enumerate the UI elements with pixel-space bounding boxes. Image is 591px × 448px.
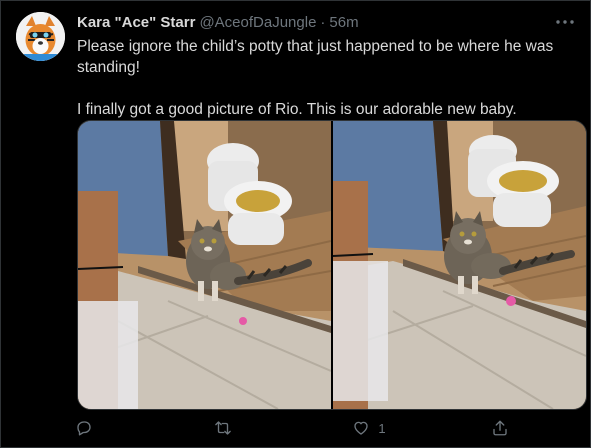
reply-button[interactable] (75, 419, 145, 437)
author-handle[interactable]: @AceofDaJungle (199, 14, 316, 31)
retweet-icon (214, 419, 232, 437)
tweet-actions: 1 (77, 415, 517, 441)
share-button[interactable] (491, 419, 517, 437)
media-grid (77, 120, 587, 410)
photo-1[interactable] (78, 121, 331, 409)
avatar[interactable] (16, 12, 65, 61)
share-icon (491, 419, 509, 437)
heart-icon (352, 419, 370, 437)
tweet-card[interactable]: Kara "Ace" Starr @AceofDaJungle · 56m Pl… (0, 0, 591, 448)
timestamp[interactable]: 56m (329, 14, 358, 31)
retweet-button[interactable] (214, 419, 284, 437)
photo-2[interactable] (333, 121, 586, 409)
like-count: 1 (378, 420, 386, 436)
tweet-header: Kara "Ace" Starr @AceofDaJungle · 56m (77, 11, 359, 33)
tweet-paragraph: I finally got a good picture of Rio. Thi… (77, 101, 517, 118)
like-button[interactable]: 1 (352, 419, 422, 437)
author-name[interactable]: Kara "Ace" Starr (77, 14, 195, 31)
tweet-text: Please ignore the child’s potty that jus… (77, 36, 557, 120)
more-dots-icon[interactable] (554, 13, 576, 31)
reply-icon (75, 419, 93, 437)
separator-dot: · (320, 13, 326, 31)
avatar-image (16, 12, 65, 61)
tweet-paragraph: Please ignore the child’s potty that jus… (77, 38, 554, 76)
